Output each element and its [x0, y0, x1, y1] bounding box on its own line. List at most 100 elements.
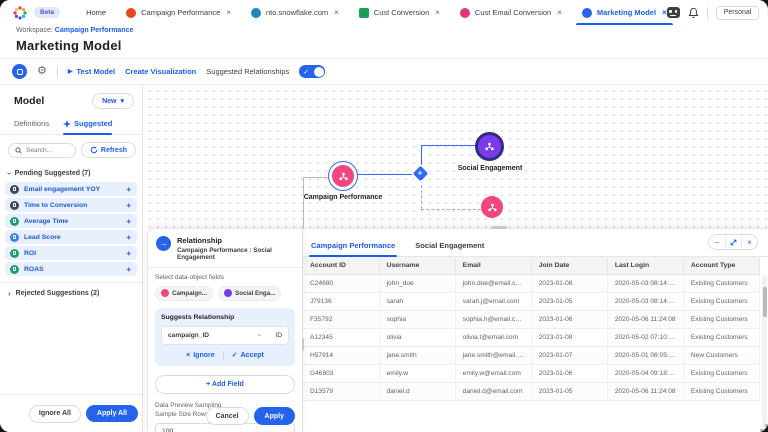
- search-input-wrap: [8, 143, 76, 158]
- accept-button[interactable]: ✓ Accept: [232, 351, 264, 359]
- sidebar-title: Model: [14, 95, 44, 107]
- search-input[interactable]: [26, 147, 66, 154]
- minimize-icon[interactable]: –: [709, 235, 725, 249]
- dataset-icon: [161, 289, 169, 297]
- add-icon[interactable]: +: [126, 217, 131, 226]
- sidebar-footer: Ignore All Apply All: [0, 394, 142, 432]
- add-icon[interactable]: +: [126, 185, 131, 194]
- relationship-panel: → Relationship Campaign Performance : So…: [147, 228, 302, 432]
- rejected-suggestions-header[interactable]: › Rejected Suggestions (2): [0, 282, 142, 304]
- breadcrumb: Workspace: Campaign Performance: [16, 27, 133, 34]
- dataset-icon: [224, 289, 232, 297]
- doc-orange-icon: [126, 8, 136, 18]
- table-scrollbar[interactable]: [762, 275, 767, 428]
- new-button[interactable]: New ▾: [92, 93, 134, 109]
- tab-suggested[interactable]: Suggested: [63, 115, 112, 134]
- apply-button[interactable]: Apply: [254, 407, 295, 425]
- chip-campaign[interactable]: Campaign...: [155, 286, 213, 301]
- personal-workspace-button[interactable]: Personal: [716, 6, 760, 20]
- plus-icon: +: [418, 169, 423, 177]
- table-row[interactable]: D13579daniel.ddaniel.d@email.com2023-01-…: [303, 383, 760, 401]
- apply-all-button[interactable]: Apply All: [86, 405, 138, 422]
- chip-social[interactable]: Social Enga...: [218, 286, 281, 301]
- column-header[interactable]: Last Login: [607, 257, 683, 275]
- toggle-knob: [314, 67, 324, 77]
- node-social-engagement[interactable]: [475, 132, 504, 161]
- tab-home[interactable]: Home: [86, 0, 106, 25]
- tab-definitions[interactable]: Definitions: [14, 115, 49, 134]
- scrollbar-thumb[interactable]: [763, 287, 767, 317]
- model-icon-button[interactable]: [12, 64, 27, 79]
- node-label: Social Engagement: [430, 165, 550, 172]
- gear-icon[interactable]: ⚙: [37, 66, 47, 77]
- table-row[interactable]: G46803emily.wemily.w@email.com2023-01-06…: [303, 365, 760, 383]
- suggested-relationships-toggle[interactable]: ✓: [299, 65, 325, 78]
- column-header[interactable]: Join Date: [531, 257, 607, 275]
- create-visualization-button[interactable]: Create Visualization: [125, 67, 196, 76]
- tab-marketing-model[interactable]: Marketing Model ×: [582, 0, 667, 25]
- list-item-average-time[interactable]: Average Time +: [5, 214, 137, 228]
- metric-icon: [10, 201, 19, 210]
- list-item-roi[interactable]: ROI +: [5, 246, 137, 260]
- add-icon[interactable]: +: [126, 201, 131, 210]
- ignore-button[interactable]: × Ignore: [186, 352, 214, 359]
- refresh-icon: [90, 146, 98, 154]
- ignore-all-button[interactable]: Ignore All: [29, 405, 81, 423]
- column-header[interactable]: Account ID: [303, 257, 379, 275]
- close-icon[interactable]: ×: [334, 8, 339, 17]
- test-model-button[interactable]: ▶ Test Model: [68, 67, 115, 76]
- node-suggested-dataset[interactable]: [481, 196, 503, 218]
- add-icon[interactable]: +: [126, 249, 131, 258]
- field-mapping[interactable]: campaign_ID = ID: [161, 326, 289, 345]
- tab-preview-social-engagement[interactable]: Social Engagement: [413, 238, 486, 256]
- column-header[interactable]: Account Type: [683, 257, 759, 275]
- list-item-time-to-conversion[interactable]: Time to Conversion +: [5, 198, 137, 212]
- table-row[interactable]: J79136sarahsarah.j@email.com2023-01-0520…: [303, 293, 760, 311]
- column-header[interactable]: Username: [379, 257, 455, 275]
- add-icon[interactable]: +: [126, 233, 131, 242]
- pending-suggested-header[interactable]: › Pending Suggested (7): [0, 164, 142, 182]
- app-logo-icon: [12, 5, 28, 21]
- add-icon[interactable]: +: [126, 265, 131, 274]
- cancel-button[interactable]: Cancel: [206, 407, 249, 425]
- tab-cust-conversion[interactable]: Cust Conversion ×: [359, 0, 440, 25]
- tab-snowflake[interactable]: nto.snowflake.com ×: [251, 0, 339, 25]
- assistant-bot-icon[interactable]: [667, 7, 680, 18]
- resize-corner[interactable]: [760, 424, 767, 431]
- tab-preview-campaign-performance[interactable]: Campaign Performance: [309, 238, 397, 256]
- join-node-button[interactable]: +: [413, 166, 429, 182]
- table-row[interactable]: F35792sophiasophia.h@email.com2023-01-06…: [303, 311, 760, 329]
- close-icon[interactable]: ×: [741, 235, 757, 249]
- add-field-button[interactable]: + Add Field: [155, 375, 295, 394]
- list-item-roas[interactable]: ROAS +: [5, 262, 137, 276]
- spreadsheet-icon: [359, 8, 369, 18]
- table-row[interactable]: C24680john_doejohn.doe@email.com2023-01-…: [303, 275, 760, 293]
- close-icon[interactable]: ×: [557, 8, 562, 17]
- refresh-button[interactable]: Refresh: [81, 142, 136, 158]
- node-campaign-performance[interactable]: [328, 161, 358, 191]
- close-icon[interactable]: ×: [435, 8, 440, 17]
- column-header[interactable]: Email: [455, 257, 531, 275]
- beta-badge: Beta: [34, 7, 60, 18]
- metric-icon: [10, 185, 19, 194]
- table-row[interactable]: H57914jane.smithjane.smith@email.com2023…: [303, 347, 760, 365]
- workspace-link[interactable]: Campaign Performance: [55, 27, 134, 34]
- divider: [707, 7, 708, 19]
- tab-campaign-performance[interactable]: Campaign Performance ×: [126, 0, 231, 25]
- chevron-down-icon: ›: [5, 172, 14, 175]
- close-icon[interactable]: ×: [226, 8, 231, 17]
- notifications-bell-icon[interactable]: [688, 7, 699, 19]
- preview-table: Account ID Username Email Join Date Last…: [303, 257, 760, 401]
- drag-handle[interactable]: [491, 226, 507, 229]
- tab-cust-email-conversion[interactable]: Cust Email Conversion ×: [460, 0, 562, 25]
- model-blue-icon: [582, 8, 592, 18]
- list-item-lead-score[interactable]: Lead Score +: [5, 230, 137, 244]
- suggested-relationships-label: Suggested Relationships: [206, 67, 289, 76]
- expand-icon[interactable]: [725, 235, 741, 249]
- join-operator: =: [258, 332, 262, 339]
- topbar-right-cluster: Personal ▾: [667, 6, 768, 20]
- divider: [223, 351, 224, 360]
- table-row[interactable]: A12345oliviaolivia.t@email.com2023-01-08…: [303, 329, 760, 347]
- list-item-email-engagement-yoy[interactable]: Email engagement YOY +: [5, 182, 137, 196]
- check-icon: ✓: [232, 351, 238, 359]
